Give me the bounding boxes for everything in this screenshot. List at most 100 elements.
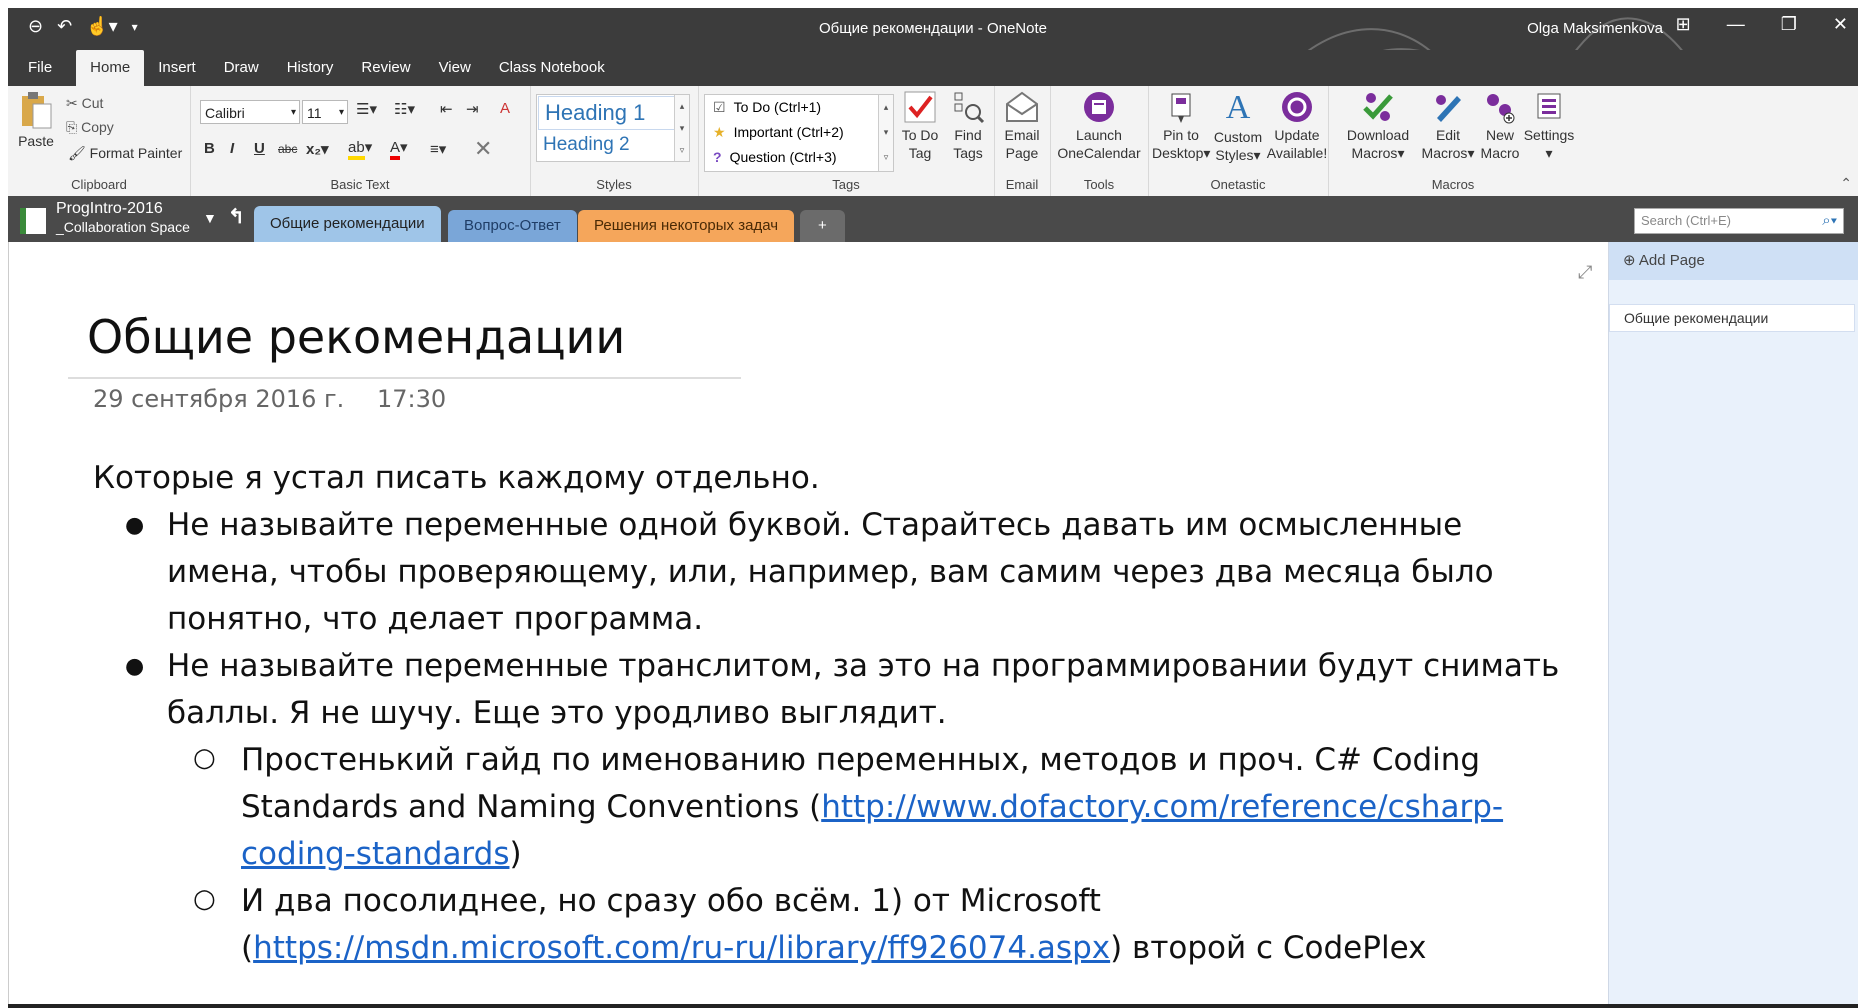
restore-icon[interactable]: ❐ bbox=[1781, 14, 1797, 35]
bold-button[interactable]: B bbox=[204, 140, 215, 157]
update-label-1: Update bbox=[1274, 127, 1320, 143]
msdn-link[interactable]: https://msdn.microsoft.com/ru-ru/library… bbox=[253, 930, 1110, 966]
tab-draw[interactable]: Draw bbox=[210, 50, 273, 86]
title-bar: ⊖ ↶ ☝▾ ▾ Общие рекомендации - OneNote Ol… bbox=[8, 8, 1858, 98]
todo-tag-button[interactable]: To Do Tag bbox=[898, 90, 942, 162]
notebook-icon[interactable] bbox=[20, 206, 48, 236]
increase-indent-button[interactable]: ⇥ bbox=[466, 100, 479, 118]
tag-todo[interactable]: ☑ To Do (Ctrl+1) bbox=[705, 95, 893, 120]
chevron-down-icon[interactable]: ▼ bbox=[203, 210, 217, 226]
tab-view[interactable]: View bbox=[425, 50, 485, 86]
bullet-item-2: Не называйте переменные транслитом, за э… bbox=[93, 643, 1563, 737]
clear-formatting-button[interactable]: A bbox=[500, 100, 510, 117]
search-input[interactable]: Search (Ctrl+E) ⌕▾ bbox=[1634, 208, 1844, 234]
section-tab-solutions[interactable]: Решения некоторых задач bbox=[578, 210, 795, 242]
email-page-button[interactable]: Email Page bbox=[1000, 90, 1044, 162]
todo-check-icon bbox=[904, 91, 936, 123]
find-tags-label-1: Find bbox=[954, 127, 982, 143]
subscript-button[interactable]: x₂▾ bbox=[306, 140, 329, 158]
delete-formatting-icon[interactable]: ✕ bbox=[474, 136, 492, 162]
underline-button[interactable]: U bbox=[254, 140, 265, 157]
sub-bullet-item-1: Простенький гайд по именованию переменны… bbox=[93, 735, 1563, 878]
section-tab-general[interactable]: Общие рекомендации bbox=[254, 206, 441, 242]
tab-file[interactable]: File bbox=[8, 50, 66, 86]
pin-to-desktop-button[interactable]: Pin to Desktop▾ bbox=[1152, 90, 1210, 162]
pin-label-1: Pin to bbox=[1163, 127, 1199, 143]
font-size-combo[interactable]: 11 ▾ bbox=[302, 100, 348, 124]
todo-tag-label-1: To Do bbox=[901, 127, 939, 143]
tag-todo-label: To Do (Ctrl+1) bbox=[733, 99, 822, 115]
numbering-button[interactable]: ☷▾ bbox=[394, 100, 415, 118]
download-macros-label-2: Macros bbox=[1351, 145, 1398, 161]
minimize-icon[interactable]: — bbox=[1727, 14, 1745, 35]
decrease-indent-button[interactable]: ⇤ bbox=[440, 100, 453, 118]
paste-button[interactable]: Paste bbox=[16, 90, 56, 150]
copy-label: Copy bbox=[81, 119, 114, 135]
copy-button[interactable]: ⎘ Copy bbox=[66, 118, 114, 136]
ribbon: Paste ✂ Cut ⎘ Copy 🖌 Format Painter Clip… bbox=[8, 86, 1858, 197]
edit-macros-button[interactable]: Edit Macros▾ bbox=[1420, 90, 1476, 162]
font-name-combo[interactable]: Calibri ▾ bbox=[200, 100, 300, 124]
bullet-item-1: Не называйте переменные одной буквой. Ст… bbox=[93, 502, 1563, 643]
collapse-ribbon-icon[interactable]: ⌃ bbox=[1840, 175, 1852, 192]
style-heading-2[interactable]: Heading 2 bbox=[537, 131, 689, 159]
bullets-button[interactable]: ☰▾ bbox=[356, 100, 377, 118]
close-icon[interactable]: ✕ bbox=[1833, 14, 1848, 35]
add-section-tab[interactable]: + bbox=[800, 210, 845, 242]
update-label-2: Available! bbox=[1266, 145, 1328, 161]
font-name-value: Calibri bbox=[205, 105, 245, 121]
custom-styles-label-1: Custom bbox=[1213, 129, 1263, 145]
notebook-selector[interactable]: ProgIntro-2016 _Collaboration Space bbox=[56, 200, 190, 236]
tags-gallery: ☑ To Do (Ctrl+1) ★ Important (Ctrl+2) ? Que… bbox=[704, 94, 894, 172]
custom-styles-button[interactable]: A Custom Styles▾ bbox=[1210, 90, 1266, 164]
onetastic-group-label: Onetastic bbox=[1210, 177, 1266, 192]
basic-text-group: Calibri ▾ 11 ▾ ☰▾ ☷▾ ⇤ ⇥ A B I U abc x₂▾ a… bbox=[190, 86, 531, 196]
find-tags-button[interactable]: Find Tags bbox=[946, 90, 990, 162]
custom-styles-icon: A bbox=[1225, 89, 1251, 126]
download-macros-button[interactable]: Download Macros▾ bbox=[1340, 90, 1416, 162]
sub-bullet-1-close: ) bbox=[509, 836, 522, 872]
style-heading-1[interactable]: Heading 1 bbox=[538, 96, 688, 130]
font-color-button[interactable]: A▾ bbox=[390, 138, 408, 160]
navigate-up-icon[interactable]: ↰ bbox=[228, 204, 245, 229]
download-macros-label-1: Download bbox=[1346, 127, 1410, 143]
highlight-button[interactable]: ab▾ bbox=[348, 138, 372, 160]
section-tab-qa[interactable]: Вопрос-Ответ bbox=[448, 210, 577, 242]
expand-page-icon[interactable]: ⤢ bbox=[1578, 262, 1592, 283]
italic-button[interactable]: I bbox=[230, 140, 234, 157]
clipboard-group: Paste ✂ Cut ⎘ Copy 🖌 Format Painter Clip… bbox=[8, 86, 191, 196]
onecalendar-icon bbox=[1084, 92, 1114, 122]
add-page-button[interactable]: ⊕ Add Page bbox=[1609, 242, 1858, 280]
update-available-button[interactable]: Update Available! bbox=[1266, 90, 1328, 162]
tags-scroll[interactable]: ▴ ▾ ▿ bbox=[878, 95, 893, 171]
page-title[interactable]: Общие рекомендации bbox=[87, 310, 625, 364]
checkbox-icon: ☑ bbox=[713, 99, 726, 115]
new-macro-button[interactable]: New Macro bbox=[1478, 90, 1522, 162]
format-painter-label: Format Painter bbox=[89, 145, 183, 161]
strikethrough-button[interactable]: abc bbox=[278, 142, 297, 156]
align-button[interactable]: ≡▾ bbox=[430, 140, 446, 158]
user-name[interactable]: Olga Maksimenkova bbox=[1527, 20, 1663, 37]
tags-group: ☑ To Do (Ctrl+1) ★ Important (Ctrl+2) ? Que… bbox=[698, 86, 995, 196]
page-list-item[interactable]: Общие рекомендации bbox=[1609, 304, 1855, 332]
format-painter-button[interactable]: 🖌 Format Painter bbox=[68, 144, 182, 162]
settings-button[interactable]: Settings ▾ bbox=[1522, 90, 1576, 162]
tab-review[interactable]: Review bbox=[347, 50, 424, 86]
styles-scroll[interactable]: ▴ ▾ ▿ bbox=[674, 95, 689, 161]
tab-class-notebook[interactable]: Class Notebook bbox=[485, 50, 619, 86]
tab-insert[interactable]: Insert bbox=[144, 50, 210, 86]
find-tags-label-2: Tags bbox=[953, 145, 983, 161]
ribbon-display-icon[interactable]: ⊞ bbox=[1676, 14, 1691, 35]
tools-label-1: Launch bbox=[1076, 127, 1122, 143]
tag-important[interactable]: ★ Important (Ctrl+2) bbox=[705, 120, 893, 145]
tag-question[interactable]: ? Question (Ctrl+3) bbox=[705, 145, 893, 170]
cut-button[interactable]: ✂ Cut bbox=[66, 94, 103, 112]
tools-group-label: Tools bbox=[1083, 177, 1115, 192]
search-icon[interactable]: ⌕▾ bbox=[1822, 209, 1837, 233]
paste-icon bbox=[22, 92, 52, 129]
note-container[interactable]: Которые я устал писать каждому отдельно.… bbox=[93, 455, 1563, 972]
launch-onecalendar-button[interactable]: Launch OneCalendar bbox=[1054, 90, 1144, 162]
tab-history[interactable]: History bbox=[273, 50, 348, 86]
styles-group-label: Styles bbox=[596, 177, 632, 192]
tab-home[interactable]: Home bbox=[76, 50, 145, 86]
